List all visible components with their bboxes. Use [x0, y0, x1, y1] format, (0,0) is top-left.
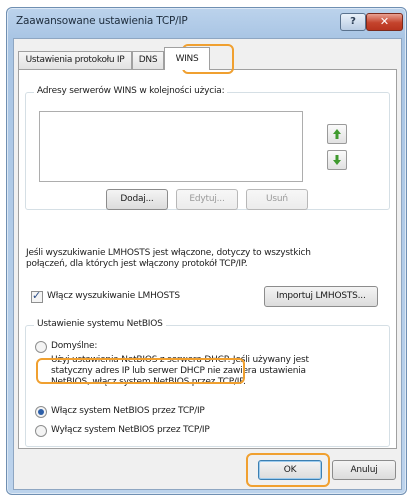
radio-disable-netbios[interactable]: [35, 425, 47, 437]
wins-tab-panel: Adresy serwerów WINS w kolejności użycia…: [18, 69, 397, 449]
dialog-window: Zaawansowane ustawienia TCP/IP ? ✕ Ustaw…: [6, 7, 407, 495]
radio-enable-netbios-label[interactable]: Włącz system NetBIOS przez TCP/IP: [51, 406, 205, 417]
window-title: Zaawansowane ustawienia TCP/IP: [16, 15, 188, 27]
checkmark-icon: ✓: [32, 289, 42, 302]
radio-default[interactable]: [35, 341, 47, 353]
move-up-button[interactable]: [327, 124, 347, 144]
arrow-up-icon: [333, 129, 341, 139]
import-lmhosts-button[interactable]: Importuj LMHOSTS...: [264, 286, 378, 307]
tab-wins[interactable]: WINS: [164, 47, 210, 70]
help-icon: ?: [350, 16, 356, 27]
dialog-client-area: Ustawienia protokołu IP DNS WINS Adresy …: [13, 38, 402, 490]
close-icon: ✕: [379, 15, 390, 28]
arrow-down-icon: [333, 155, 341, 165]
move-down-button[interactable]: [327, 150, 347, 170]
lmhosts-checkbox[interactable]: ✓: [31, 289, 43, 303]
lmhosts-checkbox-label[interactable]: Włącz wyszukiwanie LMHOSTS: [47, 291, 180, 302]
add-button[interactable]: Dodaj...: [106, 189, 168, 210]
highlight-ok-button: [246, 453, 330, 487]
wins-servers-group: Adresy serwerów WINS w kolejności użycia…: [25, 86, 390, 210]
wins-group-label: Adresy serwerów WINS w kolejności użycia…: [34, 86, 228, 96]
remove-button[interactable]: Usuń: [246, 189, 308, 210]
radio-disable-netbios-label[interactable]: Wyłącz system NetBIOS przez TCP/IP: [51, 425, 210, 436]
edit-button[interactable]: Edytuj...: [176, 189, 238, 210]
lmhosts-description-line1: Jeśli wyszukiwanie LMHOSTS jest włączone…: [26, 248, 311, 258]
lmhosts-description-line2: połączeń, dla których jest włączony prot…: [26, 259, 248, 269]
netbios-group: Ustawienie systemu NetBIOS Domyślne: Uży…: [25, 319, 390, 447]
help-button[interactable]: ?: [340, 13, 366, 31]
highlight-enable-netbios: [36, 358, 245, 384]
netbios-group-label: Ustawienie systemu NetBIOS: [34, 319, 166, 329]
tab-ip-settings[interactable]: Ustawienia protokołu IP: [18, 51, 132, 69]
cancel-button[interactable]: Anuluj: [332, 460, 396, 480]
title-bar[interactable]: Zaawansowane ustawienia TCP/IP ? ✕: [7, 8, 406, 38]
radio-enable-netbios[interactable]: [35, 406, 47, 418]
radio-default-label[interactable]: Domyślne:: [51, 341, 97, 352]
tab-dns[interactable]: DNS: [132, 51, 164, 69]
close-button[interactable]: ✕: [366, 13, 403, 31]
wins-servers-list[interactable]: [39, 111, 303, 182]
